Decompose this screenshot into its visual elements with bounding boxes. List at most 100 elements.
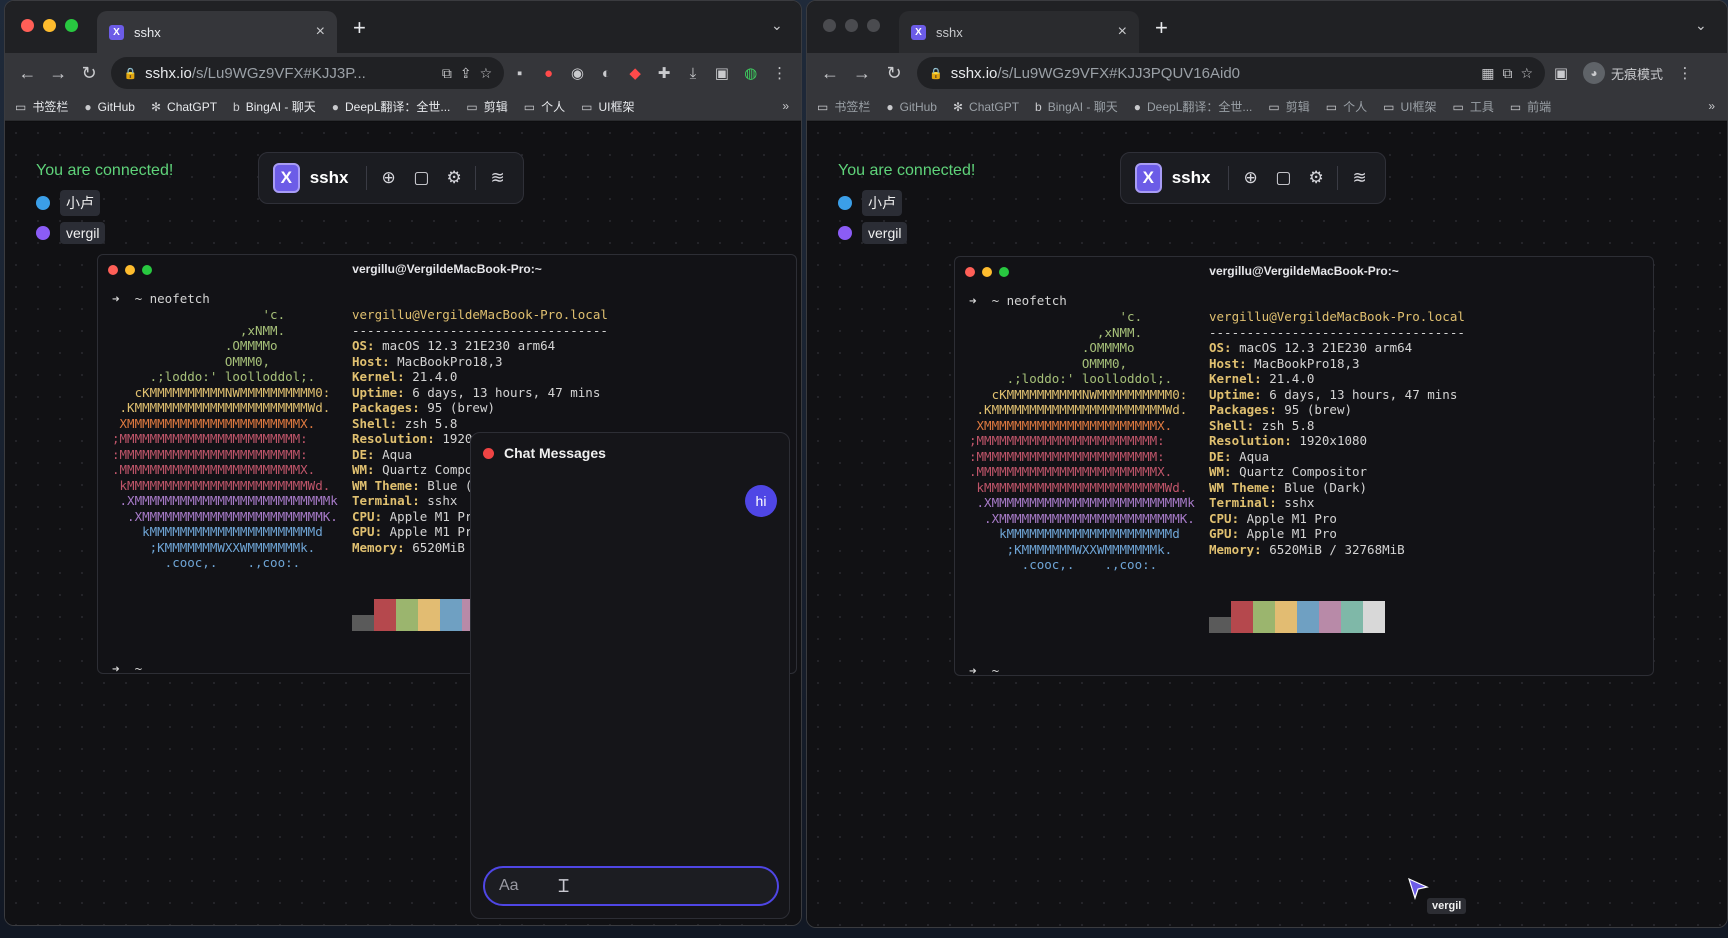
terminal-minimize-button[interactable] (125, 265, 135, 275)
close-window-button[interactable] (21, 19, 34, 32)
ascii-logo-line: .cooc,. .,coo:. (112, 555, 301, 570)
terminal-title-bar[interactable]: vergillu@VergildeMacBook-Pro:~ (98, 255, 796, 283)
browser-tab[interactable]: X sshx × (97, 11, 337, 53)
side-panel-icon[interactable]: ▣ (1547, 59, 1575, 87)
terminal-title-bar[interactable]: vergillu@VergildeMacBook-Pro:~ (955, 257, 1653, 285)
browser-tab[interactable]: X sshx × (899, 11, 1139, 53)
terminal-output[interactable]: ➜ ~ neofetch 'c. ,xNMM. .OMMMMo OMMM0, .… (955, 285, 1653, 676)
info-value: 1920x1080 (1299, 433, 1368, 448)
info-key: Terminal: (352, 493, 428, 508)
share-icon[interactable]: ⇪ (460, 65, 472, 82)
terminal-close-button[interactable] (965, 267, 975, 277)
qr-code-icon[interactable]: ▦ (1481, 65, 1494, 82)
new-terminal-plus-icon[interactable]: ⊕ (1239, 165, 1262, 191)
bookmark-item[interactable]: ✻ ChatGPT (953, 100, 1019, 114)
bookmark-item[interactable]: ▭ 书签栏 (15, 98, 68, 115)
extension-icon[interactable]: ◐ (593, 59, 620, 87)
sshx-page[interactable]: You are connected! 小卢 vergil X sshx ⊕ ▢ … (5, 122, 801, 925)
chat-input[interactable]: Aa Ɪ (483, 866, 779, 906)
ascii-logo-line: .XMMMMMMMMMMMMMMMMMMMMMMMMMMk (969, 495, 1195, 510)
reload-icon[interactable]: ↻ (879, 58, 909, 88)
info-key: Packages: (352, 400, 428, 415)
forward-arrow-icon[interactable]: → (847, 58, 877, 88)
ascii-logo-line: .KMMMMMMMMMMMMMMMMMMMMMMMWd. (112, 400, 331, 415)
new-tab-button[interactable]: + (1155, 15, 1168, 41)
ascii-logo-line: ,xNMM. (112, 322, 286, 338)
tab-close-icon[interactable]: × (316, 23, 325, 41)
terminal-close-button[interactable] (108, 265, 118, 275)
bookmarks-overflow-button[interactable]: » (1708, 99, 1715, 113)
address-bar[interactable]: 🔒 sshx.io/s/Lu9WGz9VFX#KJJ3P... ⧉ ⇪ ☆ (111, 57, 505, 89)
network-wifi-icon[interactable]: ≋ (486, 165, 509, 191)
chat-icon[interactable]: ▢ (410, 165, 433, 191)
incognito-indicator[interactable]: ◕ 无痕模式 (1577, 59, 1669, 87)
bookmark-item[interactable]: ▭ 前端 (1510, 98, 1551, 115)
settings-gear-icon[interactable]: ⚙ (443, 165, 466, 191)
info-key: CPU: (352, 508, 390, 524)
zoom-window-button[interactable] (65, 19, 78, 32)
profile-avatar-icon[interactable]: ◍ (737, 59, 764, 87)
sshx-page[interactable]: You are connected! 小卢 vergil X sshx ⊕ ▢ … (807, 122, 1727, 927)
bookmark-star-icon[interactable]: ☆ (480, 65, 493, 82)
bookmark-item[interactable]: b BingAI - 聊天 (1035, 98, 1118, 115)
info-value: sshx (427, 493, 458, 508)
settings-gear-icon[interactable]: ⚙ (1305, 165, 1328, 191)
info-value: Apple M1 Pro (389, 508, 480, 524)
minimize-window-button[interactable] (845, 19, 858, 32)
extension-icon[interactable]: ◉ (564, 59, 591, 87)
bookmark-item[interactable]: ▭ UI框架 (581, 98, 634, 115)
tab-search-button[interactable]: ⌄ (1695, 17, 1707, 34)
bookmark-item[interactable]: ● DeepL翻译：全世... (332, 98, 451, 115)
bookmark-item[interactable]: ▭ 个人 (1326, 98, 1367, 115)
bookmark-item[interactable]: ✻ ChatGPT (151, 100, 217, 114)
tab-close-icon[interactable]: × (1118, 23, 1127, 41)
back-arrow-icon[interactable]: ← (13, 58, 42, 88)
browser-menu-icon[interactable]: ⋮ (766, 59, 793, 87)
bookmark-item[interactable]: ▭ 工具 (1452, 98, 1493, 115)
minimize-window-button[interactable] (43, 19, 56, 32)
bookmark-item[interactable]: ● GitHub (886, 100, 937, 114)
translate-icon[interactable]: ⧉ (442, 65, 452, 82)
ascii-logo-line: cKMMMMMMMMMMNWMMMMMMMMMM0: (969, 386, 1188, 402)
extensions-puzzle-icon[interactable]: ✚ (651, 59, 678, 87)
bookmark-item[interactable]: ▭ 剪辑 (1268, 98, 1309, 115)
new-terminal-plus-icon[interactable]: ⊕ (377, 165, 400, 191)
chat-close-dot-icon[interactable] (483, 447, 494, 459)
zoom-window-button[interactable] (867, 19, 880, 32)
extension-icon[interactable]: ● (535, 59, 562, 87)
extension-icon[interactable]: ◆ (622, 59, 649, 87)
bookmark-item[interactable]: ▭ 剪辑 (466, 98, 507, 115)
forward-arrow-icon[interactable]: → (44, 58, 73, 88)
close-window-button[interactable] (823, 19, 836, 32)
new-tab-button[interactable]: + (353, 15, 366, 41)
bookmark-item[interactable]: b BingAI - 聊天 (233, 98, 316, 115)
bookmark-item[interactable]: ▭ 书签栏 (817, 98, 870, 115)
side-panel-icon[interactable]: ▣ (708, 59, 735, 87)
bookmark-item[interactable]: ▭ 个人 (524, 98, 565, 115)
bookmarks-overflow-button[interactable]: » (782, 99, 789, 113)
extension-icon[interactable]: ▪ (506, 59, 533, 87)
terminal-window[interactable]: vergillu@VergildeMacBook-Pro:~ ➜ ~ neofe… (954, 256, 1654, 676)
translate-icon[interactable]: ⧉ (1502, 65, 1512, 82)
address-bar[interactable]: 🔒 sshx.io/s/Lu9WGz9VFX#KJJ3PQUV16Aid0 ▦ … (917, 57, 1545, 89)
bookmark-item[interactable]: ● DeepL翻译：全世... (1134, 98, 1253, 115)
chat-icon[interactable]: ▢ (1272, 165, 1295, 191)
shell-prompt: ➜ ~ (969, 663, 1000, 676)
palette-swatch (1209, 617, 1231, 633)
tab-search-button[interactable]: ⌄ (771, 17, 783, 34)
deepl-icon: ● (331, 99, 340, 114)
terminal-minimize-button[interactable] (982, 267, 992, 277)
bookmark-star-icon[interactable]: ☆ (1520, 65, 1533, 82)
browser-menu-icon[interactable]: ⋮ (1671, 59, 1699, 87)
bing-icon: b (1035, 99, 1042, 114)
reload-icon[interactable]: ↻ (75, 58, 104, 88)
terminal-zoom-button[interactable] (142, 265, 152, 275)
network-wifi-icon[interactable]: ≋ (1348, 165, 1371, 191)
bookmark-item[interactable]: ▭ UI框架 (1383, 98, 1436, 115)
bookmark-item[interactable]: ● GitHub (84, 100, 135, 114)
back-arrow-icon[interactable]: ← (815, 58, 845, 88)
folder-icon: ▭ (466, 99, 478, 114)
download-icon[interactable]: ⤓ (680, 59, 707, 87)
terminal-zoom-button[interactable] (999, 267, 1009, 277)
ascii-logo-line: XMMMMMMMMMMMMMMMMMMMMMMMX. (112, 415, 316, 431)
